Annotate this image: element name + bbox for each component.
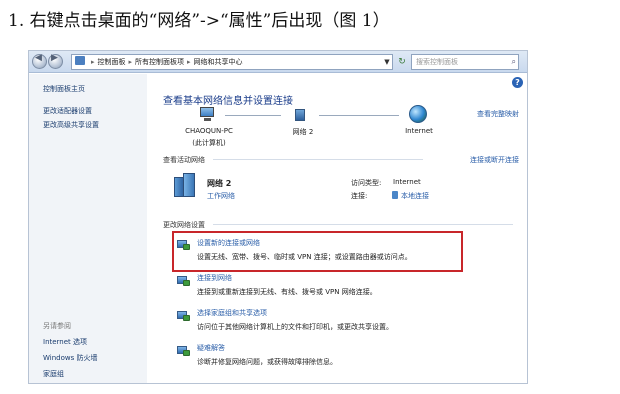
troubleshoot-icon: [177, 345, 191, 357]
search-icon[interactable]: ⌕: [512, 55, 516, 69]
local-connection-link[interactable]: 本地连接: [401, 191, 429, 201]
connections-label: 连接:: [351, 192, 368, 200]
map-connector: [319, 115, 399, 116]
change-settings-label: 更改网络设置: [163, 221, 205, 229]
access-type-label: 访问类型:: [351, 179, 382, 187]
breadcrumb-separator-icon: ▸: [187, 58, 191, 66]
map-connector: [225, 115, 281, 116]
breadcrumb-control-panel[interactable]: 控制面板: [98, 58, 126, 66]
task-setup-connection-desc: 设置无线、宽带、拨号、临时或 VPN 连接；或设置路由器或访问点。: [197, 253, 412, 261]
access-type-value: Internet: [393, 178, 421, 186]
breadcrumb-all-items[interactable]: 所有控制面板项: [135, 58, 184, 66]
back-arrow-icon: ◀: [35, 53, 42, 63]
breadcrumb-separator-icon: ▸: [128, 58, 133, 66]
sidebar-item-windows-firewall[interactable]: Windows 防火墙: [43, 353, 97, 363]
sidebar-item-adapter-settings[interactable]: 更改适配器设置: [43, 106, 92, 116]
task-troubleshoot-desc: 诊断并修复网络问题，或获得故障排除信息。: [197, 358, 337, 366]
task-connect-network-desc: 连接到或重新连接到无线、有线、拨号或 VPN 网络连接。: [197, 288, 377, 296]
task-homegroup-desc: 访问位于其他网络计算机上的文件和打印机，或更改共享设置。: [197, 323, 393, 331]
active-networks-label: 查看活动网络: [163, 156, 205, 164]
ethernet-icon: [392, 191, 398, 199]
network-icon: [293, 107, 311, 122]
map-node-computer-label: CHAOQUN-PC: [185, 127, 233, 135]
homegroup-icon: [177, 310, 191, 322]
map-node-computer-sublabel: (此计算机): [192, 139, 226, 147]
sidebar-item-homegroup[interactable]: 家庭组: [43, 369, 64, 379]
see-also-header: 另请参阅: [43, 322, 71, 330]
task-troubleshoot-link[interactable]: 疑难解答: [197, 343, 225, 353]
address-dropdown-icon[interactable]: ▼: [381, 54, 393, 70]
help-icon[interactable]: ?: [512, 77, 523, 88]
section-divider: [213, 224, 513, 225]
sidebar-item-internet-options[interactable]: Internet 选项: [43, 337, 87, 347]
network-sharing-center-window: ◀ ▶ ▸ 控制面板 ▸ 所有控制面板项 ▸ 网络和共享中心 ▼ ↻ 搜索控制面板 ⌕ 控…: [28, 50, 528, 384]
address-bar[interactable]: ▸ 控制面板 ▸ 所有控制面板项 ▸ 网络和共享中心: [71, 54, 393, 70]
sidebar-item-control-panel-home[interactable]: 控制面板主页: [43, 84, 85, 94]
control-panel-icon: [75, 56, 85, 65]
address-toolbar: ◀ ▶ ▸ 控制面板 ▸ 所有控制面板项 ▸ 网络和共享中心 ▼ ↻ 搜索控制面板 ⌕: [29, 51, 527, 73]
back-button[interactable]: ◀: [32, 53, 47, 69]
full-map-link[interactable]: 查看完整映射: [477, 109, 519, 119]
new-connection-icon: [177, 239, 191, 251]
task-connect-network-link[interactable]: 连接到网络: [197, 273, 232, 283]
internet-globe-icon: [409, 105, 427, 123]
network-type-link[interactable]: 工作网络: [207, 191, 235, 201]
connect-disconnect-link[interactable]: 连接或断开连接: [470, 155, 519, 165]
figure-caption: 1. 右键点击桌面的“网络”->“属性”后出现（图 1）: [8, 11, 390, 31]
sidebar-item-advanced-sharing[interactable]: 更改高级共享设置: [43, 120, 99, 130]
page-title: 查看基本网络信息并设置连接: [163, 96, 293, 107]
search-input[interactable]: 搜索控制面板 ⌕: [411, 54, 519, 70]
main-content: ? 查看基本网络信息并设置连接 查看完整映射 CHAOQUN-PC (此计算机)…: [147, 74, 527, 383]
forward-button[interactable]: ▶: [48, 53, 63, 69]
task-setup-connection-link[interactable]: 设置新的连接或网络: [197, 238, 260, 248]
connect-network-icon: [177, 275, 191, 287]
computer-icon: [199, 107, 217, 122]
map-node-internet-label: Internet: [405, 127, 433, 135]
forward-arrow-icon: ▶: [51, 53, 58, 63]
task-homegroup-link[interactable]: 选择家庭组和共享选项: [197, 308, 267, 318]
sidebar: 控制面板主页 更改适配器设置 更改高级共享设置 另请参阅 Internet 选项…: [29, 74, 147, 383]
active-network-name: 网络 2: [207, 179, 232, 188]
breadcrumb-network-center[interactable]: 网络和共享中心: [194, 58, 243, 66]
map-node-network-label: 网络 2: [292, 128, 314, 136]
breadcrumb-separator-icon: ▸: [91, 58, 95, 66]
network-bench-icon: [174, 173, 196, 198]
section-divider: [213, 159, 423, 160]
refresh-icon[interactable]: ↻: [395, 54, 409, 70]
search-placeholder: 搜索控制面板: [416, 58, 458, 66]
